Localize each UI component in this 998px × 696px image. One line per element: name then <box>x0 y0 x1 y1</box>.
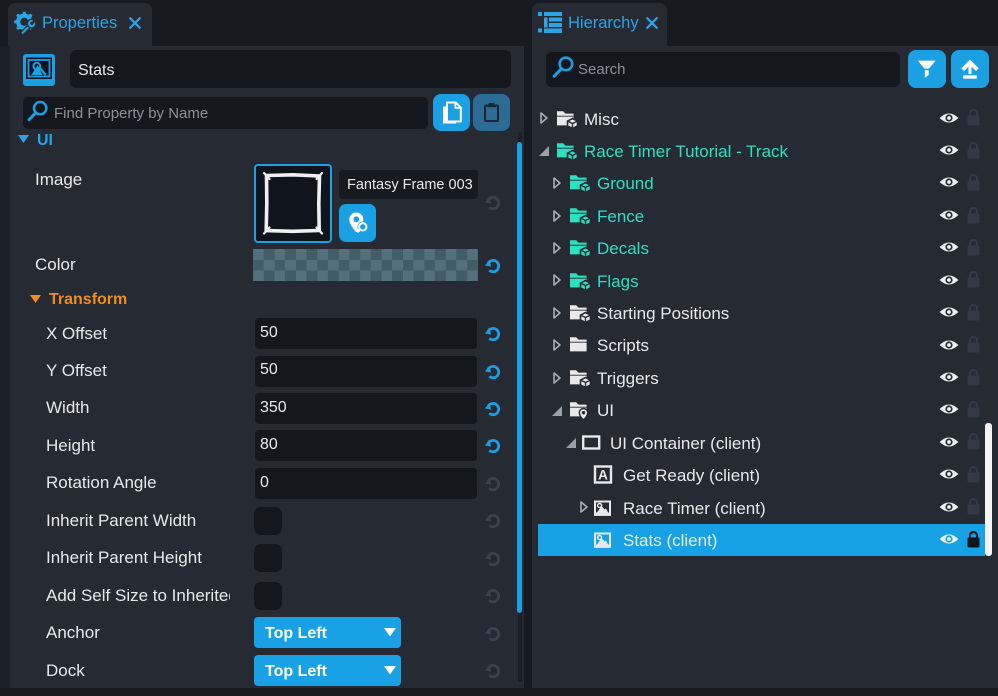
svg-text:A: A <box>598 468 608 483</box>
